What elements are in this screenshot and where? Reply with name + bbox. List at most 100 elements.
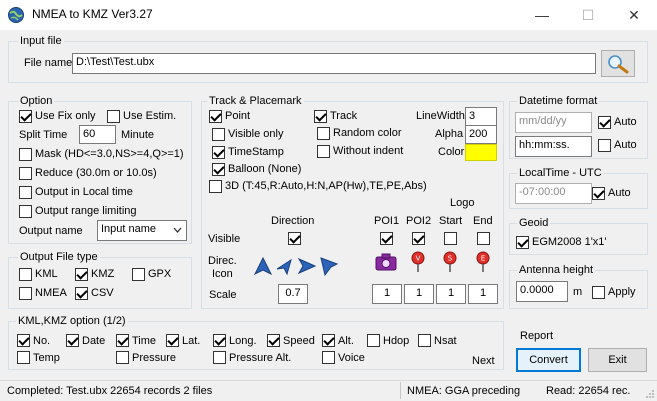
scale-start-input[interactable]: 1 — [436, 284, 466, 304]
file-name-input[interactable]: D:\Test\Test.ubx — [72, 53, 596, 74]
long-checkbox[interactable] — [213, 334, 226, 347]
close-button[interactable]: ✕ — [611, 0, 657, 30]
poi2-pin-icon[interactable]: V — [410, 251, 426, 273]
scale-direction-input[interactable]: 0.7 — [278, 284, 308, 304]
random-color-label: Random color — [333, 127, 402, 139]
exit-button[interactable]: Exit — [588, 348, 647, 372]
poi2-label: POI2 — [406, 215, 432, 227]
time-format-input[interactable]: hh:mm:ss. — [515, 136, 592, 157]
localtime-group-title: LocalTime - UTC — [517, 167, 604, 179]
without-indent-checkbox[interactable] — [317, 145, 330, 158]
scale-poi2-input[interactable]: 1 — [404, 284, 434, 304]
alpha-input[interactable]: 200 — [465, 125, 497, 144]
poi1-visible-checkbox[interactable] — [380, 232, 393, 245]
lat-label: Lat. — [182, 335, 201, 347]
kmz-checkbox[interactable] — [75, 268, 88, 281]
track-checkbox[interactable] — [314, 110, 327, 123]
pressure-checkbox[interactable] — [116, 351, 129, 364]
balloon-checkbox[interactable] — [212, 163, 225, 176]
end-visible-checkbox[interactable] — [477, 232, 490, 245]
minimize-button[interactable]: — — [519, 0, 565, 30]
input-file-group-title: Input file — [18, 35, 64, 47]
pressure-label: Pressure — [132, 352, 177, 364]
speed-label: Speed — [283, 335, 315, 347]
antenna-height-input[interactable]: 0.0000 — [516, 281, 568, 302]
apply-label: Apply — [608, 286, 636, 298]
temp-checkbox[interactable] — [17, 351, 30, 364]
output-range-label: Output range limiting — [35, 205, 137, 217]
csv-checkbox[interactable] — [75, 287, 88, 300]
direction-arrows-icon[interactable] — [253, 255, 343, 277]
alt-checkbox[interactable] — [322, 334, 335, 347]
gpx-checkbox[interactable] — [132, 268, 145, 281]
direc-icon-label-1: Direc. — [208, 255, 237, 267]
next-link[interactable]: Next — [472, 355, 495, 367]
start-label: Start — [439, 215, 463, 227]
output-name-value: Input name — [101, 223, 157, 235]
mask-checkbox[interactable] — [19, 148, 32, 161]
maximize-button[interactable]: ☐ — [565, 0, 611, 30]
poi1-label: POI1 — [374, 215, 400, 227]
poi2-visible-checkbox[interactable] — [412, 232, 425, 245]
localtime-input[interactable]: -07:00:00 — [515, 183, 592, 204]
direction-visible-checkbox[interactable] — [288, 232, 301, 245]
timestamp-label: TimeStamp — [228, 146, 284, 158]
kml-option-group-title: KML,KMZ option (1/2) — [16, 315, 128, 327]
convert-button[interactable]: Convert — [516, 348, 581, 372]
use-fix-only-checkbox[interactable] — [19, 110, 32, 123]
mask-label: Mask (HD<=3.0,NS>=4,Q>=1) — [35, 148, 184, 160]
status-read: Read: 22654 rec. — [546, 385, 631, 397]
date-format-input[interactable]: mm/dd/yy — [515, 112, 592, 133]
chevron-down-icon — [173, 227, 182, 233]
date-checkbox[interactable] — [66, 334, 79, 347]
browse-button[interactable] — [601, 50, 635, 77]
use-estim-checkbox[interactable] — [107, 110, 120, 123]
start-visible-checkbox[interactable] — [444, 232, 457, 245]
split-time-input[interactable]: 60 — [79, 125, 116, 144]
egm-checkbox[interactable] — [516, 236, 529, 249]
speed-checkbox[interactable] — [267, 334, 280, 347]
localtime-auto-checkbox[interactable] — [592, 187, 605, 200]
app-globe-icon — [8, 7, 24, 23]
use-fix-only-label: Use Fix only — [35, 110, 96, 122]
voice-checkbox[interactable] — [322, 351, 335, 364]
without-indent-label: Without indent — [333, 145, 404, 157]
output-range-checkbox[interactable] — [19, 205, 32, 218]
color-swatch[interactable] — [465, 144, 497, 161]
end-pin-icon[interactable]: E — [475, 251, 491, 273]
lat-checkbox[interactable] — [166, 334, 179, 347]
output-local-checkbox[interactable] — [19, 186, 32, 199]
time-auto-checkbox[interactable] — [598, 139, 611, 152]
option-group-title: Option — [18, 95, 55, 107]
camera-icon[interactable] — [375, 253, 397, 271]
linewidth-input[interactable]: 3 — [465, 107, 497, 126]
scale-label: Scale — [209, 289, 237, 301]
point-checkbox[interactable] — [209, 110, 222, 123]
pressure-alt-checkbox[interactable] — [213, 351, 226, 364]
three-d-checkbox[interactable] — [209, 180, 222, 193]
kml-checkbox[interactable] — [19, 268, 32, 281]
status-completed: Completed: Test.ubx 22654 records 2 file… — [7, 385, 213, 397]
date-label: Date — [82, 335, 106, 347]
datetime-group-title: Datetime format — [517, 95, 600, 107]
timestamp-checkbox[interactable] — [212, 146, 225, 159]
date-auto-checkbox[interactable] — [598, 116, 611, 129]
report-link[interactable]: Report — [520, 330, 553, 342]
no-checkbox[interactable] — [17, 334, 30, 347]
apply-checkbox[interactable] — [592, 286, 605, 299]
scale-end-input[interactable]: 1 — [468, 284, 498, 304]
nmea-checkbox[interactable] — [19, 287, 32, 300]
hdop-checkbox[interactable] — [367, 334, 380, 347]
resize-grip-icon[interactable] — [645, 389, 655, 399]
visible-only-checkbox[interactable] — [212, 128, 225, 141]
kmz-label: KMZ — [91, 268, 115, 280]
nsat-checkbox[interactable] — [418, 334, 431, 347]
reduce-checkbox[interactable] — [19, 167, 32, 180]
three-d-label: 3D (T:45,R:Auto,H:N,AP(Hw),TE,PE,Abs) — [225, 180, 427, 192]
localtime-auto-label: Auto — [608, 187, 631, 199]
status-divider — [400, 382, 401, 399]
start-pin-icon[interactable]: S — [442, 251, 458, 273]
random-color-checkbox[interactable] — [317, 127, 330, 140]
scale-poi1-input[interactable]: 1 — [372, 284, 402, 304]
time-checkbox[interactable] — [116, 334, 129, 347]
